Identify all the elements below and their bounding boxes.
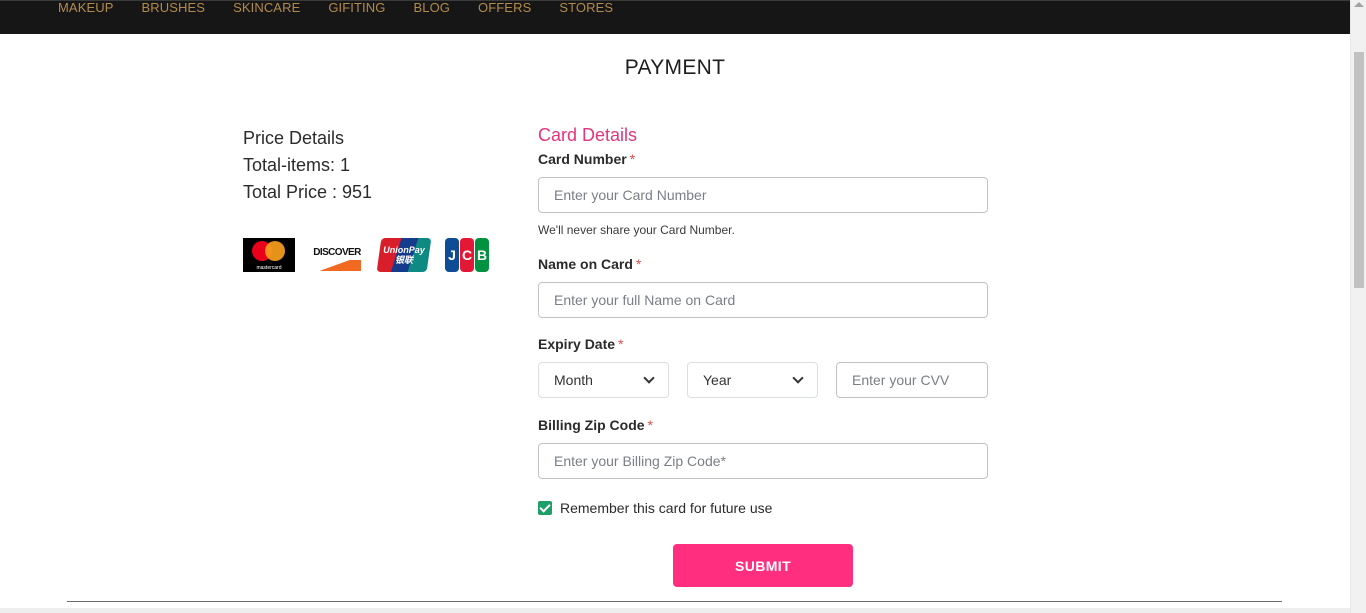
expiry-row: Month Year [538,362,988,398]
nav-item-stores[interactable]: STORES [559,1,613,15]
billing-zip-input[interactable] [538,443,988,479]
nav-item-offers[interactable]: OFFERS [478,1,531,15]
nav-item-makeup[interactable]: MAKEUP [58,1,114,15]
vertical-scrollbar[interactable] [1350,0,1366,613]
top-navbar: MAKEUP BRUSHES SKINCARE GIFITING BLOG OF… [0,0,1350,34]
month-select[interactable]: Month [538,362,669,398]
remember-card-checkbox[interactable] [538,501,552,515]
year-select-value: Year [703,372,732,388]
footer-divider [67,601,1282,602]
nav-menu: MAKEUP BRUSHES SKINCARE GIFITING BLOG OF… [0,1,1350,15]
unionpay-icon: UnionPay 银联 [376,238,432,272]
total-items: Total-items: 1 [243,155,351,175]
discover-icon: DISCOVER [311,238,363,272]
submit-button[interactable]: SUBMIT [673,544,853,587]
scrollbar-thumb[interactable] [1354,52,1364,288]
month-select-value: Month [554,372,593,388]
nav-item-blog[interactable]: BLOG [413,1,450,15]
price-details: Price Details Total-items: 1 Total Price… [243,125,372,206]
name-on-card-input[interactable] [538,282,988,318]
nav-item-skincare[interactable]: SKINCARE [233,1,300,15]
bottom-edge [0,608,1350,613]
card-number-label: Card Number * [538,151,636,167]
name-on-card-label: Name on Card * [538,256,642,272]
mastercard-icon: mastercard [243,238,295,272]
billing-zip-label: Billing Zip Code * [538,417,653,433]
cvv-input[interactable] [836,362,988,398]
remember-card-option[interactable]: Remember this card for future use [538,500,988,516]
jcb-icon: JCB [445,238,489,272]
year-select[interactable]: Year [687,362,818,398]
expiry-date-label: Expiry Date * [538,336,624,352]
nav-item-brushes[interactable]: BRUSHES [142,1,206,15]
nav-item-gifting[interactable]: GIFITING [328,1,385,15]
card-details-heading: Card Details [538,125,638,145]
card-number-help-text: We'll never share your Card Number. [538,223,735,237]
remember-card-label: Remember this card for future use [560,500,773,516]
total-price: Total Price : 951 [243,182,373,202]
scroll-up-arrow-icon[interactable] [1354,2,1364,7]
accepted-cards: mastercard DISCOVER UnionPay 银联 JCB [243,238,505,272]
chevron-down-icon [792,372,804,384]
page-title: PAYMENT [624,56,726,79]
chevron-down-icon [643,372,655,384]
payment-form: Card Details Card Number* We'll never sh… [538,125,988,516]
price-details-heading: Price Details [243,128,345,148]
card-number-input[interactable] [538,177,988,213]
